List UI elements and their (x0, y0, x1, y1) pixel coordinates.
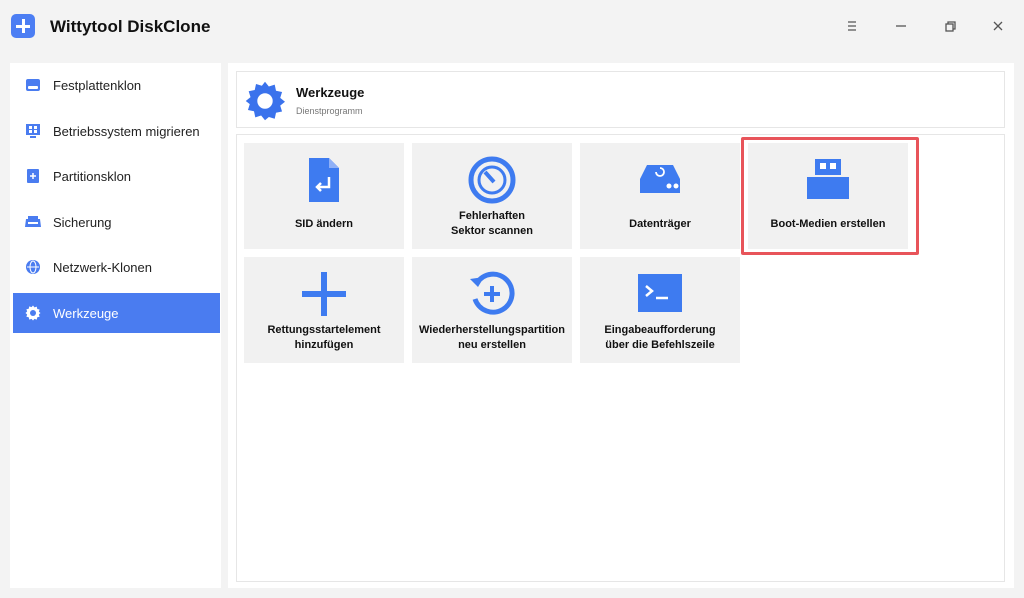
file-edit-icon (309, 158, 339, 202)
close-button[interactable] (986, 14, 1010, 38)
terminal-icon (638, 274, 682, 312)
sidebar-item-label: Netzwerk-Klonen (53, 259, 152, 275)
boot-media-icon (807, 159, 849, 199)
page-subtitle: Dienstprogramm (296, 106, 363, 116)
tool-sektor-scannen[interactable]: Fehlerhaften Sektor scannen (412, 143, 572, 249)
tool-wiederherstellungspartition[interactable]: Wiederherstellungspartition neu erstelle… (412, 257, 572, 363)
app-title: Wittytool DiskClone (50, 17, 211, 36)
gear-icon (24, 304, 42, 322)
sidebar: Festplattenklon Betriebssystem migrieren… (10, 63, 221, 588)
disk-icon (24, 76, 42, 94)
network-icon (24, 258, 42, 276)
sidebar-item-label: Betriebssystem migrieren (53, 123, 200, 139)
gear-icon (245, 81, 285, 121)
tool-datentraeger[interactable]: Datenträger (580, 143, 740, 249)
restore-icon (945, 21, 956, 32)
plus-icon (11, 14, 35, 38)
sidebar-item-label: Festplattenklon (53, 77, 142, 93)
tool-label: SID ändern (294, 218, 354, 230)
sidebar-item-label: Werkzeuge (53, 305, 119, 321)
tool-label: Wiederherstellungspartition neu erstelle… (419, 324, 565, 351)
sidebar-item-festplattenklon[interactable]: Festplattenklon (13, 65, 220, 105)
page-header: Werkzeuge Dienstprogramm (236, 71, 1005, 128)
tool-boot-medien[interactable]: Boot-Medien erstellen (748, 143, 908, 249)
menu-button[interactable] (840, 14, 864, 38)
minimize-button[interactable] (889, 14, 913, 38)
title-bar: Wittytool DiskClone (0, 0, 1024, 56)
scan-dial-icon (468, 156, 516, 204)
partition-icon (24, 167, 42, 185)
restore-plus-icon (470, 271, 515, 315)
tool-label: Rettungsstartelement hinzufügen (267, 324, 381, 351)
tool-rettungsstartelement[interactable]: Rettungsstartelement hinzufügen (244, 257, 404, 363)
tool-label: Datenträger (629, 218, 691, 230)
tool-label: Boot-Medien erstellen (770, 218, 886, 230)
menu-icon (848, 21, 856, 31)
tool-eingabeaufforderung[interactable]: Eingabeaufforderung über die Befehlszeil… (580, 257, 740, 363)
windows-icon (24, 122, 42, 140)
drive-icon (640, 165, 680, 193)
tool-label: Fehlerhaften Sektor scannen (451, 210, 533, 237)
plus-icon (302, 272, 346, 316)
sidebar-item-partitionsklon[interactable]: Partitionsklon (13, 156, 220, 196)
tool-label: Eingabeaufforderung über die Befehlszeil… (604, 324, 716, 351)
sidebar-item-sicherung[interactable]: Sicherung (13, 202, 220, 242)
sidebar-item-betriebssystem[interactable]: Betriebssystem migrieren (13, 111, 220, 151)
tool-sid-aendern[interactable]: SID ändern (244, 143, 404, 249)
sidebar-item-werkzeuge[interactable]: Werkzeuge (13, 293, 220, 333)
close-icon (993, 21, 1003, 31)
backup-icon (24, 213, 42, 231)
sidebar-item-label: Sicherung (53, 214, 112, 230)
restore-button[interactable] (938, 14, 962, 38)
page-title: Werkzeuge (296, 85, 365, 100)
minimize-icon (896, 25, 906, 27)
sidebar-item-netzwerk-klonen[interactable]: Netzwerk-Klonen (13, 247, 220, 287)
sidebar-item-label: Partitionsklon (53, 168, 132, 184)
